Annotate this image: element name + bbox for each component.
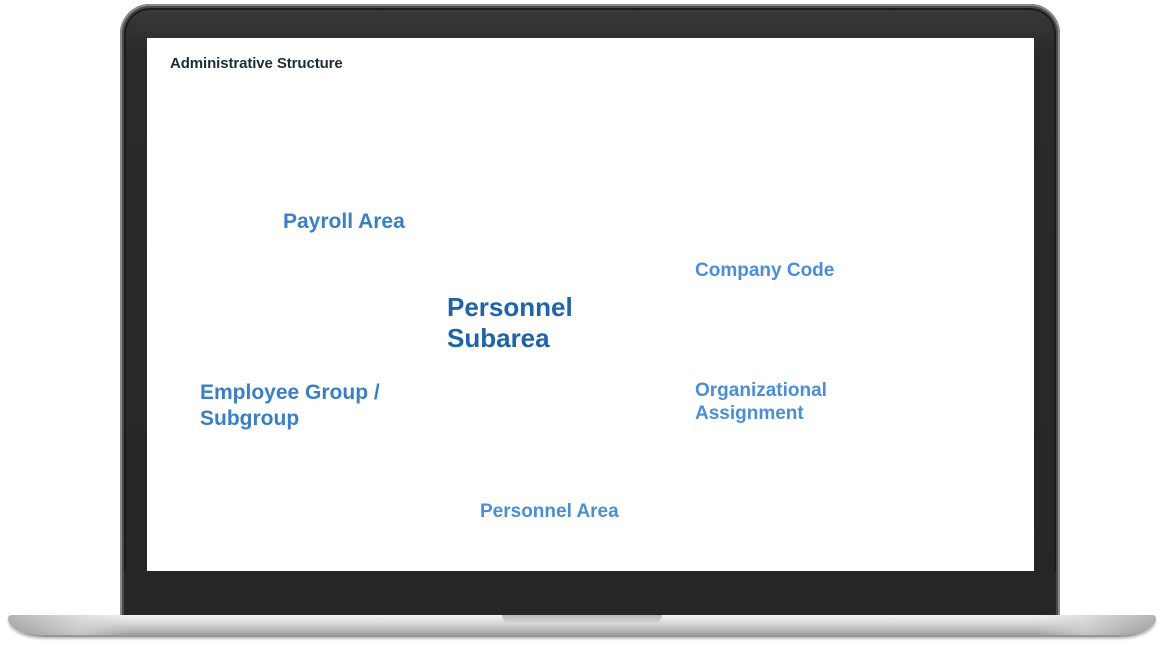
term-company-code-label: Company Code — [695, 260, 835, 281]
laptop-mockup: Administrative Structure Payroll Area Co… — [0, 0, 1164, 652]
laptop-bottom-bezel — [124, 571, 1056, 619]
term-payroll-area: Payroll Area — [283, 210, 405, 234]
term-personnel-subarea-line1: Personnel — [447, 292, 573, 322]
term-organizational-line2: Assignment — [695, 402, 804, 424]
term-payroll-area-label: Payroll Area — [283, 210, 405, 233]
term-employee-group-subgroup: Employee Group / Subgroup — [200, 380, 380, 433]
term-organizational-line1: Organizational — [695, 380, 827, 401]
laptop-base-left-edge — [8, 615, 128, 635]
term-personnel-area-label: Personnel Area — [480, 501, 619, 522]
laptop-screen: Administrative Structure Payroll Area Co… — [147, 38, 1034, 571]
term-employee-group-line2: Subgroup — [200, 407, 300, 431]
laptop-hinge-notch — [502, 615, 662, 623]
slide-title: Administrative Structure — [170, 55, 343, 72]
term-personnel-area: Personnel Area — [480, 501, 619, 523]
term-organizational-assignment: Organizational Assignment — [695, 380, 827, 426]
term-employee-group-line1: Employee Group / — [200, 381, 380, 404]
term-company-code: Company Code — [695, 260, 834, 282]
term-personnel-subarea: Personnel Subarea — [447, 292, 573, 354]
laptop-base-right-edge — [1036, 615, 1156, 635]
term-personnel-subarea-line2: Subarea — [447, 323, 550, 354]
